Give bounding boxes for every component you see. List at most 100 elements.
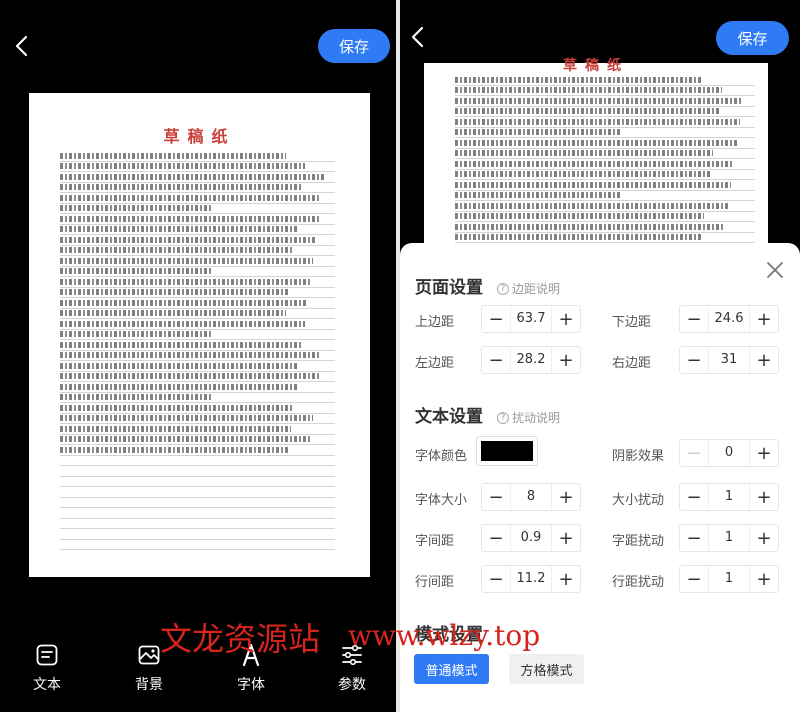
ruled-line: [455, 96, 755, 107]
handwritten-scribble: [60, 257, 313, 264]
ruled-line: [455, 212, 755, 222]
spacing-jitter-value[interactable]: 1: [708, 525, 750, 551]
ruled-line: [60, 288, 335, 298]
top-margin-value[interactable]: 63.7: [510, 306, 552, 332]
line-spacing-value[interactable]: 11.2: [510, 566, 552, 592]
handwritten-scribble: [455, 213, 704, 219]
spacing-jitter-label: 字距扰动: [612, 534, 665, 549]
ruled-line: [60, 256, 335, 267]
save-button[interactable]: 保存: [716, 21, 789, 55]
ruled-line: [60, 162, 335, 172]
ruled-line: [455, 117, 755, 128]
minus-icon[interactable]: −: [482, 525, 510, 551]
plus-icon[interactable]: +: [552, 525, 580, 551]
margin-help-link[interactable]: ? 边距说明: [497, 280, 560, 297]
shadow-value[interactable]: 0: [708, 440, 750, 466]
line-spacing-stepper: − 11.2 +: [481, 565, 581, 593]
font-size-value[interactable]: 8: [510, 484, 552, 510]
normal-mode-button[interactable]: 普通模式: [414, 654, 489, 684]
handwriting-lines: [455, 75, 755, 254]
save-button[interactable]: 保存: [318, 29, 390, 63]
handwritten-scribble: [60, 362, 299, 369]
ruled-line: [455, 233, 755, 243]
plus-icon[interactable]: +: [552, 306, 580, 332]
back-icon[interactable]: [10, 33, 36, 59]
ruled-line: [60, 172, 335, 183]
minus-icon[interactable]: −: [680, 440, 708, 466]
minus-icon[interactable]: −: [680, 566, 708, 592]
margin-help-label: 边距说明: [512, 282, 561, 296]
right-margin-value[interactable]: 31: [708, 347, 750, 373]
page-settings-title: 页面设置: [415, 278, 483, 298]
ruled-line: [455, 170, 755, 180]
toolbar-background-label: 背景: [135, 677, 163, 693]
back-icon[interactable]: [406, 24, 432, 50]
handwritten-scribble: [60, 415, 313, 421]
ruled-line: [60, 508, 335, 519]
handwritten-scribble: [60, 383, 297, 390]
handwritten-scribble: [60, 173, 324, 180]
handwritten-scribble: [60, 425, 291, 432]
handwritten-scribble: [60, 278, 310, 285]
handwritten-scribble: [60, 226, 297, 232]
ruled-line: [455, 180, 755, 191]
plus-icon[interactable]: +: [552, 484, 580, 510]
handwritten-scribble: [60, 205, 211, 211]
letter-spacing-stepper: − 0.9 +: [481, 524, 581, 552]
minus-icon[interactable]: −: [680, 306, 708, 332]
font-color-swatch[interactable]: [476, 436, 538, 466]
jitter-help-link[interactable]: ? 扰动说明: [497, 409, 560, 426]
handwritten-scribble: [60, 289, 288, 295]
ruled-line: [60, 477, 335, 487]
size-jitter-value[interactable]: 1: [708, 484, 750, 510]
ruled-line: [60, 529, 335, 540]
minus-icon[interactable]: −: [680, 347, 708, 373]
minus-icon[interactable]: −: [482, 484, 510, 510]
help-icon: ?: [497, 282, 509, 295]
ruled-line: [455, 75, 755, 86]
minus-icon[interactable]: −: [482, 306, 510, 332]
ruled-line: [60, 277, 335, 288]
plus-icon[interactable]: +: [552, 347, 580, 373]
plus-icon[interactable]: +: [750, 440, 778, 466]
minus-icon[interactable]: −: [482, 347, 510, 373]
plus-icon[interactable]: +: [552, 566, 580, 592]
plus-icon[interactable]: +: [750, 347, 778, 373]
minus-icon[interactable]: −: [680, 484, 708, 510]
plus-icon[interactable]: +: [750, 306, 778, 332]
handwritten-scribble: [60, 184, 302, 190]
line-jitter-value[interactable]: 1: [708, 566, 750, 592]
ruled-line: [60, 519, 335, 529]
close-icon[interactable]: [763, 258, 787, 282]
top-margin-stepper: − 63.7 +: [481, 305, 581, 333]
grid-mode-button[interactable]: 方格模式: [509, 654, 584, 684]
toolbar-text-button[interactable]: 文本: [17, 640, 77, 694]
plus-icon[interactable]: +: [750, 484, 778, 510]
ruled-line: [60, 435, 335, 445]
help-icon: ?: [497, 411, 509, 424]
ruled-line: [455, 128, 755, 138]
paper-title: 草稿纸: [563, 58, 629, 74]
bottom-margin-value[interactable]: 24.6: [708, 306, 750, 332]
plus-icon[interactable]: +: [750, 525, 778, 551]
size-jitter-stepper: − 1 +: [679, 483, 779, 511]
minus-icon[interactable]: −: [680, 525, 708, 551]
letter-spacing-value[interactable]: 0.9: [510, 525, 552, 551]
plus-icon[interactable]: +: [750, 566, 778, 592]
ruled-line: [60, 225, 335, 235]
handwritten-scribble: [60, 341, 302, 348]
toolbar-text-label: 文本: [33, 677, 61, 693]
handwritten-scribble: [60, 299, 307, 306]
right-margin-label: 右边距: [612, 356, 652, 371]
ruled-line: [60, 214, 335, 225]
ruled-line: [60, 298, 335, 309]
ruled-line: [60, 246, 335, 256]
minus-icon[interactable]: −: [482, 566, 510, 592]
watermark-url: www.wlzy.top: [348, 619, 541, 652]
handwritten-scribble: [60, 163, 305, 169]
handwritten-scribble: [455, 118, 740, 125]
left-margin-value[interactable]: 28.2: [510, 347, 552, 373]
font-size-stepper: − 8 +: [481, 483, 581, 511]
ruled-line: [455, 86, 755, 96]
shadow-stepper: − 0 +: [679, 439, 779, 467]
